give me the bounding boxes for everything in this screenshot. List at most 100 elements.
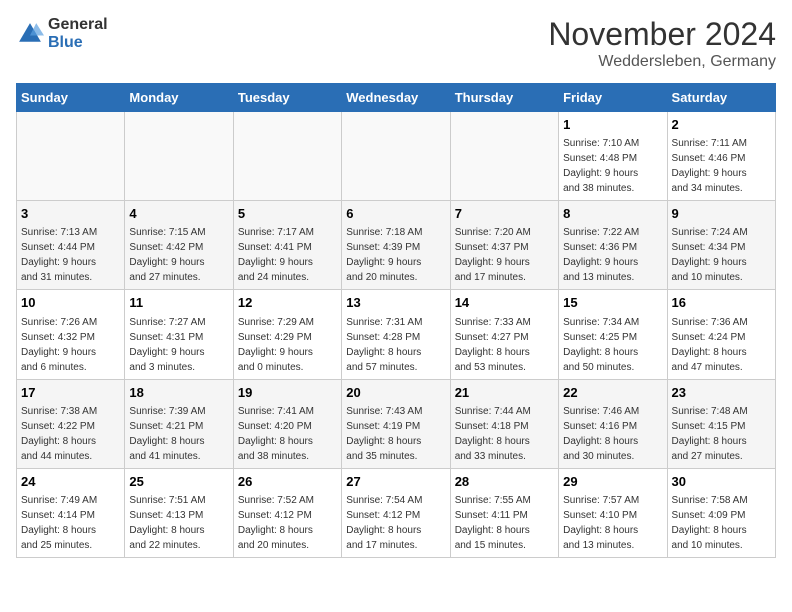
day-number: 25 [129, 473, 228, 491]
day-number: 27 [346, 473, 445, 491]
calendar-cell: 15Sunrise: 7:34 AM Sunset: 4:25 PM Dayli… [559, 290, 667, 379]
day-info: Sunrise: 7:20 AM Sunset: 4:37 PM Dayligh… [455, 225, 554, 285]
logo-blue: Blue [48, 34, 108, 52]
weekday-header-saturday: Saturday [667, 84, 775, 112]
calendar-cell: 6 Sunrise: 7:18 AM Sunset: 4:39 PM Daylig… [342, 201, 450, 290]
day-info: Sunrise: 7:18 AM Sunset: 4:39 PM Dayligh… [346, 225, 445, 285]
day-number: 17 [21, 384, 120, 402]
calendar-cell: 13 Sunrise: 7:31 AM Sunset: 4:28 PM Dayli… [342, 290, 450, 379]
day-info: Sunrise: 7:39 AM Sunset: 4:21 PM Dayligh… [129, 404, 228, 464]
title-area: November 2024 Weddersleben, Germany [548, 16, 776, 71]
calendar-cell: 16Sunrise: 7:36 AM Sunset: 4:24 PM Dayli… [667, 290, 775, 379]
day-info: Sunrise: 7:49 AM Sunset: 4:14 PM Dayligh… [21, 493, 120, 553]
day-info: Sunrise: 7:41 AM Sunset: 4:20 PM Dayligh… [238, 404, 337, 464]
calendar-week-row: 24 Sunrise: 7:49 AM Sunset: 4:14 PM Dayli… [17, 468, 776, 557]
day-info: Sunrise: 7:43 AM Sunset: 4:19 PM Dayligh… [346, 404, 445, 464]
day-number: 13 [346, 294, 445, 312]
day-number: 18 [129, 384, 228, 402]
calendar-cell: 22 Sunrise: 7:46 AM Sunset: 4:16 PM Dayli… [559, 379, 667, 468]
day-number: 6 [346, 205, 445, 223]
day-info: Sunrise: 7:27 AM Sunset: 4:31 PM Dayligh… [129, 315, 228, 375]
day-info: Sunrise: 7:52 AM Sunset: 4:12 PM Dayligh… [238, 493, 337, 553]
day-number: 3 [21, 205, 120, 223]
calendar-cell [450, 112, 558, 201]
weekday-header-sunday: Sunday [17, 84, 125, 112]
calendar-cell: 26 Sunrise: 7:52 AM Sunset: 4:12 PM Dayli… [233, 468, 341, 557]
calendar-cell: 27 Sunrise: 7:54 AM Sunset: 4:12 PM Dayli… [342, 468, 450, 557]
day-number: 4 [129, 205, 228, 223]
calendar-cell: 5Sunrise: 7:17 AM Sunset: 4:41 PM Daylig… [233, 201, 341, 290]
day-number: 10 [21, 294, 120, 312]
calendar-cell: 11Sunrise: 7:27 AM Sunset: 4:31 PM Dayli… [125, 290, 233, 379]
calendar-cell: 4Sunrise: 7:15 AM Sunset: 4:42 PM Daylig… [125, 201, 233, 290]
day-number: 9 [672, 205, 771, 223]
calendar-cell: 23 Sunrise: 7:48 AM Sunset: 4:15 PM Dayli… [667, 379, 775, 468]
calendar-table: SundayMondayTuesdayWednesdayThursdayFrid… [16, 83, 776, 558]
calendar-cell: 12 Sunrise: 7:29 AM Sunset: 4:29 PM Dayli… [233, 290, 341, 379]
day-info: Sunrise: 7:13 AM Sunset: 4:44 PM Dayligh… [21, 225, 120, 285]
calendar-week-row: 17Sunrise: 7:38 AM Sunset: 4:22 PM Dayli… [17, 379, 776, 468]
day-number: 14 [455, 294, 554, 312]
day-number: 26 [238, 473, 337, 491]
weekday-header-thursday: Thursday [450, 84, 558, 112]
day-info: Sunrise: 7:29 AM Sunset: 4:29 PM Dayligh… [238, 315, 337, 375]
calendar-cell: 28 Sunrise: 7:55 AM Sunset: 4:11 PM Dayli… [450, 468, 558, 557]
calendar-cell: 30 Sunrise: 7:58 AM Sunset: 4:09 PM Dayli… [667, 468, 775, 557]
day-number: 30 [672, 473, 771, 491]
day-number: 2 [672, 116, 771, 134]
calendar-cell: 21Sunrise: 7:44 AM Sunset: 4:18 PM Dayli… [450, 379, 558, 468]
calendar-cell: 24 Sunrise: 7:49 AM Sunset: 4:14 PM Dayli… [17, 468, 125, 557]
day-number: 12 [238, 294, 337, 312]
day-info: Sunrise: 7:54 AM Sunset: 4:12 PM Dayligh… [346, 493, 445, 553]
day-info: Sunrise: 7:34 AM Sunset: 4:25 PM Dayligh… [563, 315, 662, 375]
logo: General Blue [16, 16, 108, 51]
calendar-cell: 20 Sunrise: 7:43 AM Sunset: 4:19 PM Dayli… [342, 379, 450, 468]
weekday-header-wednesday: Wednesday [342, 84, 450, 112]
day-number: 24 [21, 473, 120, 491]
page-header: General Blue November 2024 Weddersleben,… [16, 16, 776, 71]
calendar-week-row: 3 Sunrise: 7:13 AM Sunset: 4:44 PM Daylig… [17, 201, 776, 290]
location-title: Weddersleben, Germany [548, 53, 776, 71]
calendar-cell: 9 Sunrise: 7:24 AM Sunset: 4:34 PM Daylig… [667, 201, 775, 290]
day-info: Sunrise: 7:24 AM Sunset: 4:34 PM Dayligh… [672, 225, 771, 285]
calendar-cell [17, 112, 125, 201]
day-info: Sunrise: 7:51 AM Sunset: 4:13 PM Dayligh… [129, 493, 228, 553]
calendar-cell: 8 Sunrise: 7:22 AM Sunset: 4:36 PM Daylig… [559, 201, 667, 290]
day-number: 29 [563, 473, 662, 491]
day-number: 22 [563, 384, 662, 402]
weekday-header-monday: Monday [125, 84, 233, 112]
day-info: Sunrise: 7:10 AM Sunset: 4:48 PM Dayligh… [563, 136, 662, 196]
day-number: 7 [455, 205, 554, 223]
month-title: November 2024 [548, 16, 776, 53]
day-info: Sunrise: 7:22 AM Sunset: 4:36 PM Dayligh… [563, 225, 662, 285]
calendar-cell: 18 Sunrise: 7:39 AM Sunset: 4:21 PM Dayli… [125, 379, 233, 468]
day-info: Sunrise: 7:55 AM Sunset: 4:11 PM Dayligh… [455, 493, 554, 553]
day-number: 19 [238, 384, 337, 402]
day-info: Sunrise: 7:33 AM Sunset: 4:27 PM Dayligh… [455, 315, 554, 375]
calendar-cell: 29Sunrise: 7:57 AM Sunset: 4:10 PM Dayli… [559, 468, 667, 557]
calendar-cell: 3 Sunrise: 7:13 AM Sunset: 4:44 PM Daylig… [17, 201, 125, 290]
day-number: 8 [563, 205, 662, 223]
calendar-cell [233, 112, 341, 201]
calendar-cell [342, 112, 450, 201]
day-info: Sunrise: 7:48 AM Sunset: 4:15 PM Dayligh… [672, 404, 771, 464]
day-number: 20 [346, 384, 445, 402]
logo-general: General [48, 16, 108, 34]
day-info: Sunrise: 7:17 AM Sunset: 4:41 PM Dayligh… [238, 225, 337, 285]
day-info: Sunrise: 7:26 AM Sunset: 4:32 PM Dayligh… [21, 315, 120, 375]
weekday-header-friday: Friday [559, 84, 667, 112]
day-info: Sunrise: 7:31 AM Sunset: 4:28 PM Dayligh… [346, 315, 445, 375]
day-number: 28 [455, 473, 554, 491]
day-number: 23 [672, 384, 771, 402]
day-info: Sunrise: 7:36 AM Sunset: 4:24 PM Dayligh… [672, 315, 771, 375]
calendar-cell: 1 Sunrise: 7:10 AM Sunset: 4:48 PM Daylig… [559, 112, 667, 201]
day-info: Sunrise: 7:46 AM Sunset: 4:16 PM Dayligh… [563, 404, 662, 464]
calendar-cell: 25 Sunrise: 7:51 AM Sunset: 4:13 PM Dayli… [125, 468, 233, 557]
day-info: Sunrise: 7:44 AM Sunset: 4:18 PM Dayligh… [455, 404, 554, 464]
day-info: Sunrise: 7:58 AM Sunset: 4:09 PM Dayligh… [672, 493, 771, 553]
calendar-cell [125, 112, 233, 201]
weekday-header-tuesday: Tuesday [233, 84, 341, 112]
day-number: 1 [563, 116, 662, 134]
calendar-week-row: 1 Sunrise: 7:10 AM Sunset: 4:48 PM Daylig… [17, 112, 776, 201]
calendar-cell: 2Sunrise: 7:11 AM Sunset: 4:46 PM Daylig… [667, 112, 775, 201]
